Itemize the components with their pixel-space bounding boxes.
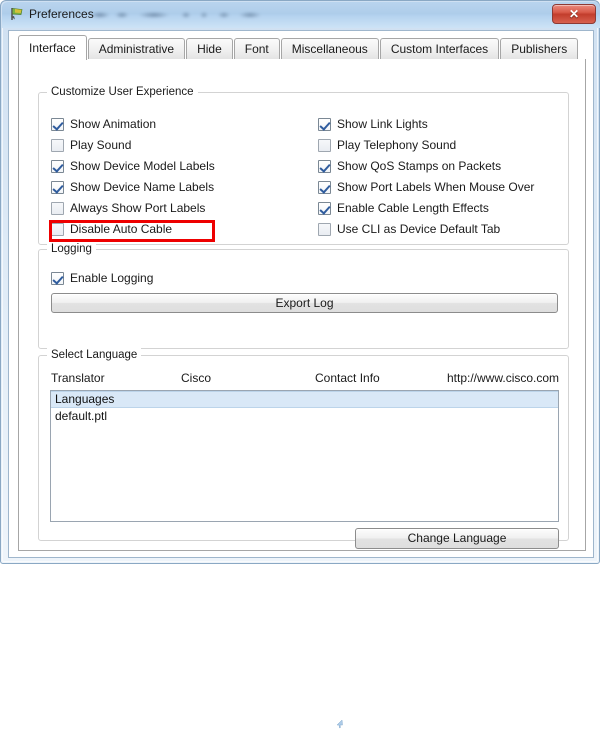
checkbox-indicator[interactable] <box>318 117 331 131</box>
interface-tab-panel: Customize User Experience Show Animation… <box>18 59 586 729</box>
checkbox-enable-logging[interactable]: Enable Logging <box>51 270 153 286</box>
dialog-content: Interface Administrative Hide Font Misce… <box>8 30 594 729</box>
window-title: Preferences <box>29 7 94 21</box>
customize-user-experience-group: Customize User Experience Show Animation… <box>38 85 569 245</box>
close-button[interactable]: ✕ <box>552 4 596 24</box>
preferences-window: Preferences ✕ Interface Administrative H… <box>0 0 600 729</box>
checkbox-show-device-name-labels[interactable]: Show Device Name Labels <box>51 179 214 195</box>
checkbox-label: Show QoS Stamps on Packets <box>337 159 502 173</box>
redacted-title-text <box>88 8 270 21</box>
checkbox-use-cli-as-device-default-tab[interactable]: Use CLI as Device Default Tab <box>318 221 500 237</box>
checkbox-label: Show Device Name Labels <box>70 180 215 194</box>
checkbox-indicator[interactable] <box>318 222 331 236</box>
language-table-header: Translator Cisco Contact Info http://www… <box>39 370 568 388</box>
checkbox-indicator[interactable] <box>318 138 331 152</box>
checkbox-label: Play Sound <box>70 138 132 152</box>
checkbox-label: Always Show Port Labels <box>70 201 206 215</box>
column-header-cisco: Cisco <box>181 371 212 385</box>
tab-administrative[interactable]: Administrative <box>87 38 186 60</box>
checkbox-indicator[interactable] <box>51 222 64 236</box>
checkbox-show-link-lights[interactable]: Show Link Lights <box>318 116 428 132</box>
tab-font[interactable]: Font <box>233 38 280 60</box>
column-header-cisco-url: http://www.cisco.com <box>447 371 560 385</box>
checkbox-play-telephony-sound[interactable]: Play Telephony Sound <box>318 137 456 153</box>
checkbox-indicator[interactable] <box>318 159 331 173</box>
column-header-contact-info: Contact Info <box>315 371 380 385</box>
tab-hide[interactable]: Hide <box>186 38 233 60</box>
checkbox-indicator[interactable] <box>318 180 331 194</box>
language-group-title: Select Language <box>47 348 142 362</box>
checkbox-indicator[interactable] <box>51 201 64 215</box>
mouse-cursor-icon <box>336 719 343 729</box>
column-header-translator: Translator <box>51 371 105 385</box>
checkbox-indicator[interactable] <box>51 159 64 173</box>
checkbox-label: Show Device Model Labels <box>70 159 215 173</box>
checkbox-label: Enable Cable Length Effects <box>337 201 489 215</box>
tab-interface[interactable]: Interface <box>18 35 87 60</box>
list-item[interactable]: Languages <box>51 391 558 408</box>
checkbox-label: Show Link Lights <box>337 117 428 131</box>
language-list[interactable]: Languages default.ptl <box>50 390 559 522</box>
title-bar[interactable]: Preferences ✕ <box>2 2 600 28</box>
checkbox-indicator[interactable] <box>51 180 64 194</box>
change-language-button[interactable]: Change Language <box>355 528 559 549</box>
checkbox-show-qos-stamps-on-packets[interactable]: Show QoS Stamps on Packets <box>318 158 501 174</box>
checkbox-disable-auto-cable[interactable]: Disable Auto Cable <box>51 221 172 237</box>
tab-bar: Interface Administrative Hide Font Misce… <box>18 35 579 60</box>
logging-group-title: Logging <box>47 242 96 256</box>
checkbox-indicator[interactable] <box>318 201 331 215</box>
checkbox-label: Use CLI as Device Default Tab <box>337 222 501 236</box>
flag-icon <box>11 8 23 20</box>
checkbox-play-sound[interactable]: Play Sound <box>51 137 131 153</box>
checkbox-indicator[interactable] <box>51 271 64 285</box>
checkbox-indicator[interactable] <box>51 138 64 152</box>
checkbox-always-show-port-labels[interactable]: Always Show Port Labels <box>51 200 205 216</box>
checkbox-label: Show Animation <box>70 117 157 131</box>
checkbox-label: Disable Auto Cable <box>70 222 173 236</box>
select-language-group: Select Language Translator Cisco Contact… <box>38 348 569 729</box>
checkbox-show-device-model-labels[interactable]: Show Device Model Labels <box>51 158 215 174</box>
list-item[interactable]: default.ptl <box>51 408 558 424</box>
tab-miscellaneous[interactable]: Miscellaneous <box>280 38 379 60</box>
logging-group: Logging Enable Logging Export Log <box>38 242 569 349</box>
checkbox-label: Play Telephony Sound <box>337 138 457 152</box>
checkbox-show-animation[interactable]: Show Animation <box>51 116 156 132</box>
export-log-button[interactable]: Export Log <box>51 293 558 313</box>
checkbox-show-port-labels-when-mouse-over[interactable]: Show Port Labels When Mouse Over <box>318 179 534 195</box>
checkbox-indicator[interactable] <box>51 117 64 131</box>
checkbox-label: Enable Logging <box>70 271 154 285</box>
tab-custom-interfaces[interactable]: Custom Interfaces <box>379 38 500 60</box>
tab-publishers[interactable]: Publishers <box>500 38 579 60</box>
checkbox-enable-cable-length-effects[interactable]: Enable Cable Length Effects <box>318 200 489 216</box>
customize-group-title: Customize User Experience <box>47 85 198 99</box>
checkbox-label: Show Port Labels When Mouse Over <box>337 180 535 194</box>
